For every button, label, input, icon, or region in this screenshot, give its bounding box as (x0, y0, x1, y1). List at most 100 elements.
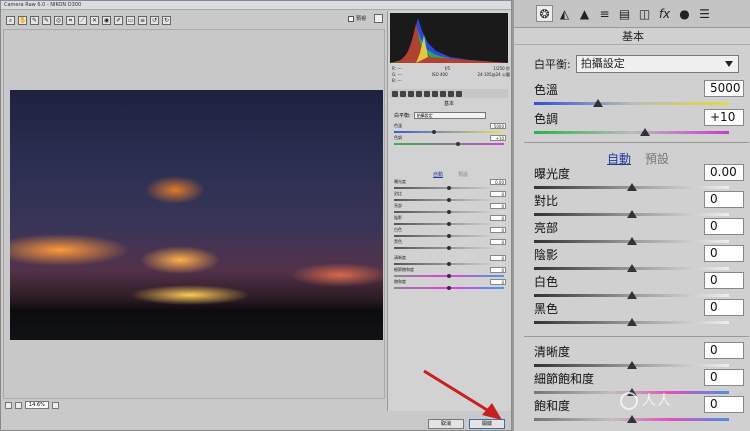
detail-icon[interactable]: ▲ (576, 5, 593, 22)
slider-value-input[interactable]: 0 (490, 239, 506, 245)
divider (524, 336, 749, 337)
slider-value-input[interactable]: 0 (704, 245, 744, 262)
slider-thumb[interactable] (447, 286, 451, 290)
red-eye-icon[interactable]: ◉ (102, 15, 111, 25)
slider-thumb[interactable] (447, 262, 451, 266)
hsl-tab-icon[interactable] (416, 90, 422, 97)
white-balance-select[interactable]: 拍攝設定 (575, 55, 739, 73)
slider-value-input[interactable]: 0.00 (704, 164, 744, 181)
lens-icon[interactable]: ◫ (636, 5, 653, 22)
zoom-in-icon[interactable] (15, 401, 22, 409)
slider-thumb[interactable] (447, 210, 451, 214)
slider-value-input[interactable]: 0 (490, 255, 506, 261)
crop-tool-icon[interactable]: ⌗ (66, 15, 75, 25)
split-toning-icon[interactable]: ▤ (616, 5, 633, 22)
slider-thumb[interactable] (626, 361, 637, 369)
zoom-dropdown-icon[interactable] (51, 401, 59, 409)
slider-value-input[interactable]: 0 (490, 215, 506, 221)
temperature-thumb[interactable] (593, 99, 604, 107)
slider-thumb[interactable] (626, 291, 637, 299)
slider-thumb[interactable] (456, 142, 460, 146)
rotate-right-icon[interactable]: ↻ (162, 15, 171, 25)
window-title: Camera Raw 6.0 - NIKON D300 (1, 1, 511, 10)
slider-track[interactable] (394, 143, 504, 145)
slider-track[interactable] (394, 131, 504, 133)
aperture-icon[interactable]: ❂ (536, 5, 553, 22)
slider-thumb[interactable] (447, 246, 451, 250)
basic-tab-icon[interactable] (392, 90, 398, 97)
slider-thumb[interactable] (447, 186, 451, 190)
calibration-tab-icon[interactable] (448, 90, 454, 97)
slider-value-input[interactable]: 0.00 (490, 179, 506, 185)
zoom-out-icon[interactable] (5, 401, 12, 409)
adjustment-brush-icon[interactable]: ✐ (114, 15, 123, 25)
camera-calibration-icon[interactable]: ● (676, 5, 693, 22)
spot-removal-icon[interactable]: ✕ (90, 15, 99, 25)
slider-value-input[interactable]: 0 (704, 342, 744, 359)
slider-value-input[interactable]: 0 (704, 272, 744, 289)
slider-thumb[interactable] (447, 274, 451, 278)
slider-value-input[interactable]: +10 (490, 135, 506, 141)
targeted-adjustment-icon[interactable]: ◎ (54, 15, 63, 25)
fullscreen-icon[interactable] (374, 14, 383, 23)
temperature-label: 色溫 (534, 83, 559, 97)
slider-value-input[interactable]: 0 (490, 279, 506, 285)
tool-bar: ⌕ ✋ ✎ ✎ ◎ ⌗ ⟋ ✕ ◉ ✐ ▭ ≡ ↺ ↻ (3, 13, 383, 27)
rotate-left-icon[interactable]: ↺ (150, 15, 159, 25)
slider-thumb[interactable] (626, 318, 637, 326)
slider-value-input[interactable]: 0 (490, 227, 506, 233)
slider-value-input[interactable]: 5000 (490, 123, 506, 129)
detail-tab-icon[interactable] (408, 90, 414, 97)
slider-value-input[interactable]: 0 (490, 203, 506, 209)
slider-value-input[interactable]: 0 (704, 191, 744, 208)
slider-thumb[interactable] (447, 234, 451, 238)
image-canvas[interactable] (3, 29, 385, 399)
graduated-filter-icon[interactable]: ▭ (126, 15, 135, 25)
slider-value-input[interactable]: 0 (704, 299, 744, 316)
slider-thumb[interactable] (447, 198, 451, 202)
color-sampler-icon[interactable]: ✎ (42, 15, 51, 25)
temperature-input[interactable]: 5000 (704, 80, 744, 97)
fx-tab-icon[interactable] (440, 90, 446, 97)
tone-curve-tab-icon[interactable] (400, 90, 406, 97)
slider-value-input[interactable]: 0 (704, 369, 744, 386)
lens-tab-icon[interactable] (432, 90, 438, 97)
slider-value-input[interactable]: 0 (704, 218, 744, 235)
slider-row: 飽和度 0 (394, 279, 506, 291)
hsl-icon[interactable]: ≡ (596, 5, 613, 22)
preferences-icon[interactable]: ≡ (138, 15, 147, 25)
white-balance-tool-icon[interactable]: ✎ (30, 15, 39, 25)
slider-row: 白色 0 (534, 272, 744, 300)
slider-value-input[interactable]: 0 (490, 191, 506, 197)
temperature-track[interactable] (534, 102, 729, 105)
hand-tool-icon[interactable]: ✋ (18, 15, 27, 25)
white-balance-select[interactable]: 拍攝設定 (413, 112, 486, 119)
presets-tab-icon[interactable] (456, 90, 462, 97)
tone-curve-icon[interactable]: ◭ (556, 5, 573, 22)
slider-row: 色調 +10 (394, 135, 506, 147)
slider-thumb[interactable] (432, 130, 436, 134)
slider-value-input[interactable]: 0 (490, 267, 506, 273)
fx-icon[interactable]: fx (656, 5, 673, 22)
slider-thumb[interactable] (626, 183, 637, 191)
slider-thumb[interactable] (626, 415, 637, 423)
checkbox-box[interactable] (348, 15, 354, 22)
split-toning-tab-icon[interactable] (424, 90, 430, 97)
tint-input[interactable]: +10 (704, 109, 744, 126)
auto-link[interactable]: 自動 (433, 171, 443, 178)
slider-row: 飽和度 0 (534, 396, 744, 424)
preview-checkbox[interactable]: 預視 (348, 15, 366, 22)
zoom-tool-icon[interactable]: ⌕ (6, 15, 15, 25)
slider-thumb[interactable] (626, 264, 637, 272)
tint-thumb[interactable] (640, 128, 651, 136)
panel-tabs: ❂ ◭ ▲ ≡ ▤ ◫ fx ● ☰ (514, 0, 750, 28)
tint-track[interactable] (534, 131, 729, 134)
straighten-tool-icon[interactable]: ⟋ (78, 15, 87, 25)
zoom-level[interactable]: 14.6% (25, 401, 49, 409)
slider-value-input[interactable]: 0 (704, 396, 744, 413)
slider-thumb[interactable] (447, 222, 451, 226)
slider-thumb[interactable] (626, 210, 637, 218)
slider-thumb[interactable] (626, 237, 637, 245)
default-link[interactable]: 預設 (458, 171, 468, 178)
presets-icon[interactable]: ☰ (696, 5, 713, 22)
